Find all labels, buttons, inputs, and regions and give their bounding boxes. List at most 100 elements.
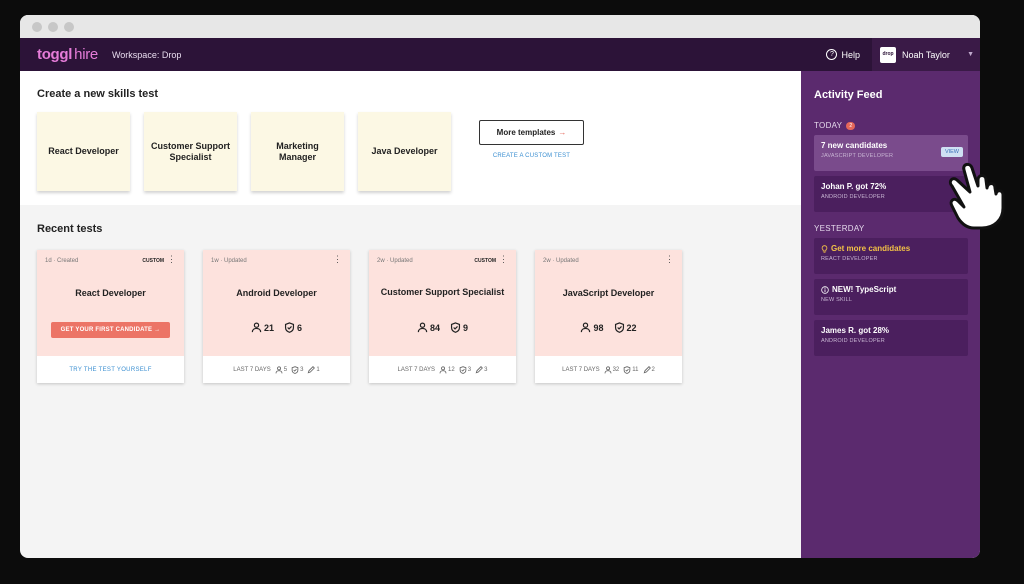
test-card-body: 2w · Updated CUSTOM ⋮ Customer Support S… [369, 250, 516, 356]
last7-passed: 11 [623, 365, 639, 374]
candidates-stat: 84 [417, 322, 440, 333]
test-title: JavaScript Developer [562, 288, 655, 298]
test-stats: 84 9 [369, 322, 516, 333]
last7-candidates-count: 5 [283, 366, 288, 373]
custom-badge: CUSTOM [474, 258, 496, 264]
feed-item-title: NEW! TypeScript [832, 285, 897, 294]
shield-check-icon [284, 322, 295, 333]
passed-count: 9 [463, 322, 469, 333]
passed-stat: 6 [284, 322, 302, 333]
candidates-count: 21 [263, 322, 274, 333]
test-stats: 98 22 [535, 322, 682, 333]
window-minimize-dot[interactable] [48, 21, 58, 32]
last7-passed: 3 [459, 365, 472, 374]
window-chrome [20, 15, 980, 38]
feed-item[interactable]: Get more candidates REACT DEVELOPER [814, 238, 968, 274]
feed-item[interactable]: James R. got 28% ANDROID DEVELOPER [814, 320, 968, 356]
test-meta: 1d · Created [45, 258, 79, 264]
user-menu[interactable]: drop Noah Taylor ▼ [872, 38, 980, 71]
more-templates-group: More templates → CREATE A CUSTOM TEST [479, 120, 584, 159]
shield-check-icon [291, 365, 299, 374]
template-card[interactable]: Customer Support Specialist [144, 112, 237, 191]
user-icon [581, 322, 591, 333]
template-card[interactable]: React Developer [37, 112, 130, 191]
last7-reviews-count: 1 [316, 366, 320, 373]
user-icon [251, 322, 262, 333]
passed-stat: 9 [450, 322, 468, 333]
logo[interactable]: toggl hire [37, 46, 98, 63]
feed-item-subtitle: REACT DEVELOPER [821, 256, 878, 262]
last7-reviews: 2 [643, 365, 655, 374]
passed-stat: 22 [614, 322, 637, 333]
help-icon: ? [826, 49, 838, 60]
shield-check-icon [623, 365, 631, 374]
test-card[interactable]: 2w · Updated ⋮ JavaScript Developer 98 2… [535, 250, 682, 383]
test-card-body: 1d · Created CUSTOM ⋮ React Developer GE… [37, 250, 184, 356]
user-icon [275, 365, 283, 373]
test-card-body: 2w · Updated ⋮ JavaScript Developer 98 2… [535, 250, 682, 356]
pointing-hand-cursor-icon [948, 162, 1005, 230]
try-test-link[interactable]: TRY THE TEST YOURSELF [37, 356, 184, 383]
more-options-icon[interactable]: ⋮ [665, 255, 674, 264]
more-templates-label: More templates [496, 128, 556, 137]
last7-reviews-count: 2 [651, 366, 655, 373]
user-icon [604, 365, 612, 373]
last-7-days-label: LAST 7 DAYS [562, 366, 600, 373]
test-card[interactable]: 1d · Created CUSTOM ⋮ React Developer GE… [37, 250, 184, 383]
logo-product: hire [74, 46, 98, 63]
template-card[interactable]: Marketing Manager [251, 112, 344, 191]
pencil-icon [643, 365, 651, 373]
test-card[interactable]: 1w · Updated ⋮ Android Developer 21 6 LA… [203, 250, 350, 383]
create-custom-test-link[interactable]: CREATE A CUSTOM TEST [493, 153, 570, 159]
avatar: drop [880, 46, 896, 63]
last-7-days-row: LAST 7 DAYS 32 11 2 [535, 356, 682, 383]
test-title: Android Developer [236, 288, 317, 298]
candidates-count: 84 [429, 322, 440, 333]
feed-item-title: James R. got 28% [821, 326, 890, 335]
main-content: Create a new skills test React Developer… [20, 71, 801, 558]
help-button[interactable]: ? Help [826, 49, 860, 60]
last-7-days-row: LAST 7 DAYS 12 3 3 [369, 356, 516, 383]
recent-title: Recent tests [37, 223, 103, 235]
user-icon [417, 322, 428, 333]
template-card[interactable]: Java Developer [358, 112, 451, 191]
last7-passed-count: 3 [467, 366, 472, 373]
shield-check-icon [614, 322, 624, 333]
feed-item-subtitle: ANDROID DEVELOPER [821, 338, 885, 344]
test-card-body: 1w · Updated ⋮ Android Developer 21 6 [203, 250, 350, 356]
arrow-right-icon: → [558, 128, 567, 137]
last7-candidates: 12 [439, 365, 455, 374]
logo-brand: toggl [37, 46, 73, 63]
feed-item-subtitle: NEW SKILL [821, 297, 853, 303]
last7-candidates-count: 32 [612, 366, 620, 373]
candidates-stat: 21 [251, 322, 274, 333]
today-label: TODAY 2 [814, 121, 968, 130]
last7-reviews: 1 [307, 365, 320, 374]
more-options-icon[interactable]: ⋮ [333, 255, 342, 264]
last-7-days-label: LAST 7 DAYS [397, 366, 436, 373]
custom-badge: CUSTOM [142, 258, 164, 264]
window-maximize-dot[interactable] [64, 21, 74, 32]
more-options-icon[interactable]: ⋮ [499, 255, 508, 264]
more-options-icon[interactable]: ⋮ [167, 255, 176, 264]
last7-passed-count: 11 [632, 366, 639, 373]
window-close-dot[interactable] [32, 21, 42, 32]
test-title: Customer Support Specialist [380, 287, 505, 297]
get-first-candidate-button[interactable]: GET YOUR FIRST CANDIDATE → [51, 322, 170, 338]
top-navbar: toggl hire Workspace: Drop ? Help drop No… [20, 38, 980, 71]
create-section: Create a new skills test React Developer… [20, 71, 801, 205]
workspace-label[interactable]: Workspace: Drop [112, 50, 181, 60]
feed-item-title-row: NEW! TypeScript [821, 285, 961, 294]
passed-count: 22 [626, 322, 637, 333]
info-icon [821, 285, 829, 294]
shield-check-icon [450, 322, 461, 333]
feed-item-title-row: Get more candidates [821, 244, 961, 253]
test-card[interactable]: 2w · Updated CUSTOM ⋮ Customer Support S… [369, 250, 516, 383]
last7-candidates: 5 [275, 365, 288, 374]
feed-item[interactable]: NEW! TypeScript NEW SKILL [814, 279, 968, 315]
test-stats: 21 6 [203, 322, 350, 333]
recent-section: Recent tests 1d · Created CUSTOM ⋮ React… [20, 205, 801, 383]
last7-passed-count: 3 [300, 366, 304, 373]
last7-candidates-count: 12 [448, 366, 455, 373]
more-templates-button[interactable]: More templates → [479, 120, 584, 145]
